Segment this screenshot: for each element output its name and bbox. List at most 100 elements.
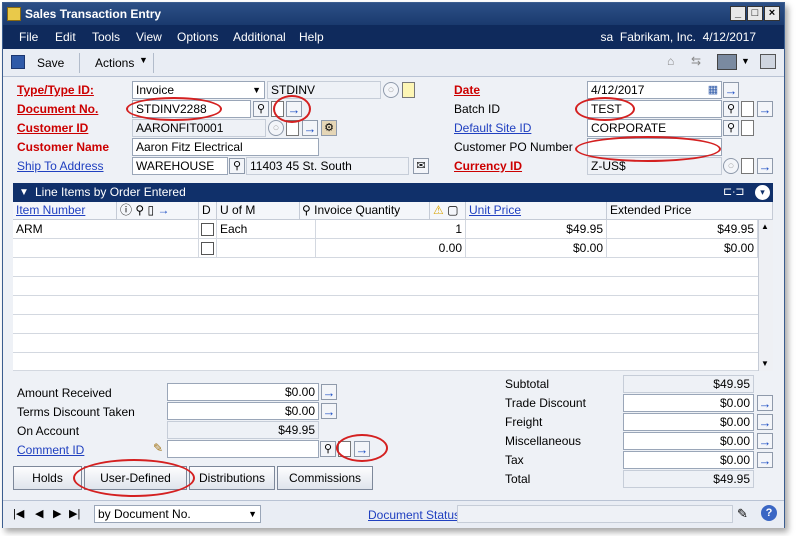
transfer-icon[interactable]: ⇆: [691, 54, 701, 68]
tax-field[interactable]: $0.00: [623, 451, 754, 469]
table-row[interactable]: [13, 353, 758, 371]
expand-arrow-icon[interactable]: →: [157, 203, 169, 217]
save-button[interactable]: Save: [37, 56, 64, 70]
menu-file[interactable]: File: [19, 30, 38, 44]
expand-arrow-icon[interactable]: →: [723, 82, 739, 98]
commissions-button[interactable]: Commissions: [277, 466, 373, 490]
ship-to-field[interactable]: WAREHOUSE: [132, 157, 228, 175]
expand-arrow-icon[interactable]: →: [757, 414, 773, 430]
table-row[interactable]: [13, 277, 758, 296]
cell-item[interactable]: [13, 239, 199, 258]
menu-options[interactable]: Options: [177, 30, 218, 44]
menu-view[interactable]: View: [136, 30, 162, 44]
info-icon[interactable]: ⓘ: [120, 203, 132, 217]
search-icon[interactable]: ⚲: [320, 441, 336, 457]
scroll-up-icon[interactable]: ▲: [761, 222, 769, 231]
warning-icon[interactable]: ⚠: [433, 203, 444, 217]
menu-tools[interactable]: Tools: [92, 30, 120, 44]
next-record-icon[interactable]: ▶: [53, 507, 61, 520]
home-icon[interactable]: ⌂: [667, 54, 674, 68]
lookup-icon[interactable]: ○: [268, 120, 284, 136]
calendar-icon[interactable]: ▦: [705, 83, 721, 99]
type-label[interactable]: Type/Type ID:: [17, 83, 94, 97]
menu-help[interactable]: Help: [299, 30, 324, 44]
expand-all-icon[interactable]: ▾: [755, 185, 770, 200]
customer-id-label[interactable]: Customer ID: [17, 121, 88, 135]
default-site-link[interactable]: Default Site ID: [454, 121, 531, 135]
cell-unit-price[interactable]: $0.00: [466, 239, 607, 258]
expand-arrow-icon[interactable]: →: [757, 395, 773, 411]
link-icon[interactable]: ⊏∙⊐: [723, 183, 745, 202]
expand-arrow-icon[interactable]: →: [757, 452, 773, 468]
comment-id-link[interactable]: Comment ID: [17, 443, 84, 457]
expand-arrow-icon[interactable]: →: [321, 384, 337, 400]
menu-additional[interactable]: Additional: [233, 30, 286, 44]
table-row[interactable]: ARM Each 1 $49.95 $49.95: [13, 220, 758, 239]
terms-discount-field[interactable]: $0.00: [167, 402, 319, 420]
cell-d[interactable]: [199, 239, 217, 258]
table-row[interactable]: [13, 315, 758, 334]
col-unit-price[interactable]: Unit Price: [466, 202, 607, 220]
cell-uom[interactable]: [217, 239, 316, 258]
expand-arrow-icon[interactable]: →: [321, 403, 337, 419]
cell-unit-price[interactable]: $49.95: [466, 220, 607, 239]
row-checkbox[interactable]: [201, 223, 214, 236]
print-icon[interactable]: [760, 54, 776, 69]
search-icon[interactable]: ⚲: [723, 101, 739, 117]
note-icon[interactable]: [741, 120, 754, 136]
holds-button[interactable]: Holds: [13, 466, 82, 490]
help-icon[interactable]: ?: [761, 505, 777, 521]
cell-d[interactable]: [199, 220, 217, 239]
cell-qty[interactable]: 0.00: [316, 239, 466, 258]
miscellaneous-field[interactable]: $0.00: [623, 432, 754, 450]
expand-arrow-icon[interactable]: →: [757, 433, 773, 449]
chevron-down-icon[interactable]: ▼: [741, 56, 750, 66]
note-icon[interactable]: [741, 101, 754, 117]
expand-arrow-icon[interactable]: →: [757, 101, 773, 117]
scroll-down-icon[interactable]: ▼: [761, 359, 769, 368]
search-icon[interactable]: ⚲: [135, 203, 144, 217]
col-item-number[interactable]: Item Number: [13, 202, 117, 220]
last-record-icon[interactable]: ▶|: [69, 507, 80, 520]
cell-item[interactable]: ARM: [13, 220, 199, 239]
maximize-button[interactable]: □: [747, 6, 763, 21]
search-icon[interactable]: ⚲: [302, 203, 311, 217]
expand-arrow-icon[interactable]: →: [757, 158, 773, 174]
cell-extended-price[interactable]: $49.95: [607, 220, 758, 239]
table-row[interactable]: [13, 296, 758, 315]
customer-name-field[interactable]: Aaron Fitz Electrical: [132, 138, 319, 156]
cell-extended-price[interactable]: $0.00: [607, 239, 758, 258]
chevron-down-icon[interactable]: ▼: [248, 506, 257, 522]
table-row[interactable]: [13, 334, 758, 353]
first-record-icon[interactable]: |◀: [13, 507, 24, 520]
customer-card-icon[interactable]: ⚙: [321, 120, 337, 136]
save-icon[interactable]: [11, 55, 25, 69]
grid-scrollbar[interactable]: ▲ ▼: [758, 220, 773, 371]
document-no-label[interactable]: Document No.: [17, 102, 98, 116]
search-icon[interactable]: ⚲: [253, 101, 269, 117]
default-site-field[interactable]: CORPORATE: [587, 119, 722, 137]
tools-icon[interactable]: [717, 54, 737, 70]
pencil-icon[interactable]: ✎: [153, 441, 163, 455]
search-icon[interactable]: ⚲: [229, 158, 245, 174]
menu-edit[interactable]: Edit: [55, 30, 76, 44]
date-label[interactable]: Date: [454, 83, 480, 97]
cell-qty[interactable]: 1: [316, 220, 466, 239]
type-select[interactable]: Invoice ▼: [132, 81, 265, 99]
table-row[interactable]: 0.00 $0.00 $0.00: [13, 239, 758, 258]
document-status-link[interactable]: Document Status: [368, 508, 460, 522]
ship-to-address-link[interactable]: Ship To Address: [17, 159, 104, 173]
comment-id-field[interactable]: [167, 440, 319, 458]
note-icon[interactable]: [741, 158, 754, 174]
chevron-down-icon[interactable]: ▼: [252, 82, 261, 98]
note-icon[interactable]: ✎: [737, 506, 748, 522]
distributions-button[interactable]: Distributions: [189, 466, 275, 490]
search-icon[interactable]: ⚲: [723, 120, 739, 136]
chevron-down-icon[interactable]: ▼: [139, 55, 148, 65]
trade-discount-field[interactable]: $0.00: [623, 394, 754, 412]
note-icon[interactable]: [402, 82, 415, 98]
minimize-button[interactable]: _: [730, 6, 746, 21]
actions-button[interactable]: Actions: [95, 56, 134, 70]
close-button[interactable]: ×: [764, 6, 780, 21]
collapse-icon[interactable]: ▼: [19, 183, 29, 202]
